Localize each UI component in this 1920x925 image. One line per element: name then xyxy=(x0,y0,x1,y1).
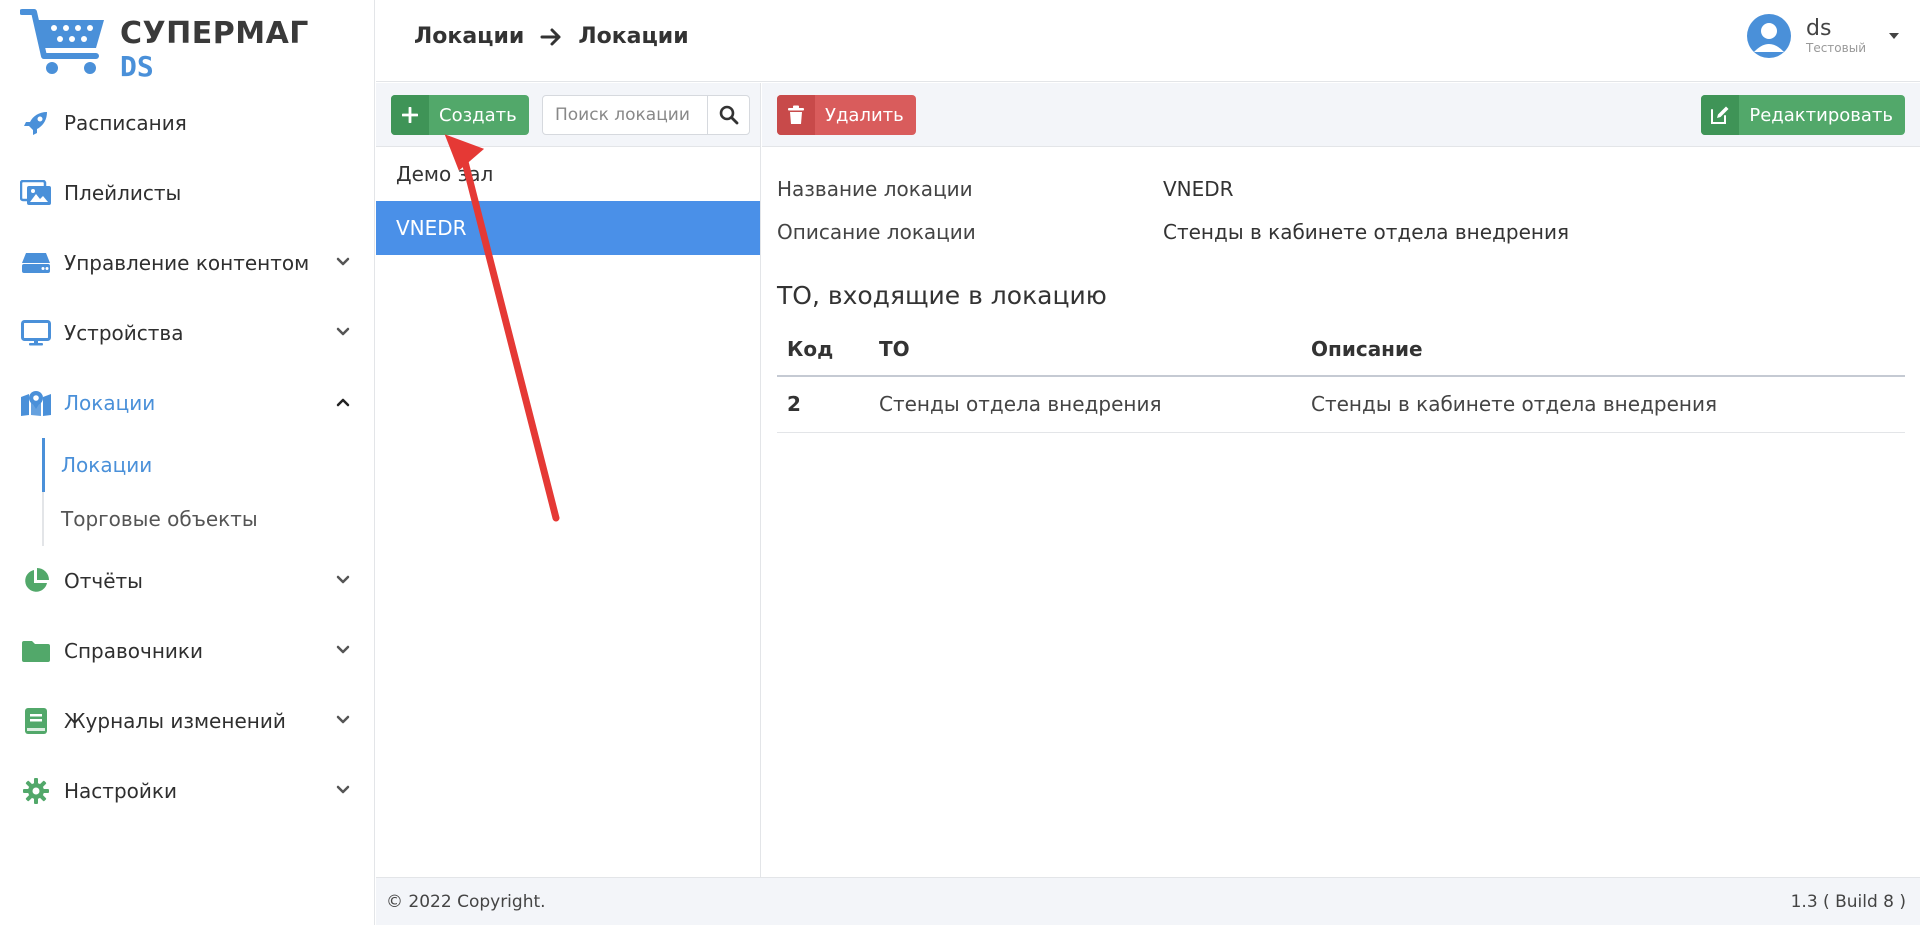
book-icon xyxy=(20,707,52,735)
create-button[interactable]: Создать xyxy=(391,95,529,135)
gear-icon xyxy=(20,777,52,805)
user-icon xyxy=(1754,23,1784,52)
search-input[interactable] xyxy=(543,96,707,134)
locations-submenu: Локации Торговые объекты xyxy=(42,438,375,546)
app-logo[interactable]: СУПЕРМАГ DS xyxy=(20,8,308,83)
submenu-item-trade-objects[interactable]: Торговые объекты xyxy=(44,492,375,546)
section-title: ТО, входящие в локацию xyxy=(777,281,1107,310)
edit-button-label: Редактировать xyxy=(1749,104,1893,126)
trash-icon xyxy=(777,95,815,135)
breadcrumb-item-section[interactable]: Локации xyxy=(414,24,524,49)
table-row[interactable]: 2 Стенды отдела внедрения Стенды в кабин… xyxy=(777,376,1905,433)
sidebar-item-reports[interactable]: Отчёты xyxy=(0,546,375,616)
list-item-selected[interactable]: VNEDR xyxy=(376,201,760,255)
location-details-panel: Удалить Редактировать Название локации V… xyxy=(762,83,1920,877)
trade-objects-table: Код ТО Описание 2 Стенды отдела внедрени… xyxy=(777,322,1905,433)
chevron-down-icon[interactable] xyxy=(335,712,351,728)
rocket-icon xyxy=(20,109,52,137)
sidebar-item-directories[interactable]: Справочники xyxy=(0,616,375,686)
copyright-text: © 2022 Copyright. xyxy=(386,891,546,912)
user-role: Тестовый xyxy=(1806,41,1866,55)
details-toolbar: Удалить Редактировать xyxy=(762,83,1920,147)
sidebar-item-playlists[interactable]: Плейлисты xyxy=(0,158,375,228)
table-cell-description: Стенды в кабинете отдела внедрения xyxy=(1301,376,1905,433)
sidebar-item-label: Управление контентом xyxy=(64,251,310,275)
chevron-down-icon[interactable] xyxy=(335,642,351,658)
property-value: VNEDR xyxy=(1163,176,1234,201)
search-button[interactable] xyxy=(707,96,749,134)
footer: © 2022 Copyright. 1.3 ( Build 8 ) xyxy=(376,877,1920,925)
sidebar-item-label: Отчёты xyxy=(64,569,143,593)
sidebar-item-label: Локации xyxy=(64,391,156,415)
property-name: Название локации VNEDR xyxy=(777,167,1905,210)
list-item[interactable]: Демо зал xyxy=(376,147,760,201)
breadcrumb-item-current: Локации xyxy=(578,24,689,49)
sidebar-item-label: Настройки xyxy=(64,779,177,803)
plus-icon xyxy=(391,95,429,135)
chevron-up-icon[interactable] xyxy=(335,394,351,410)
list-toolbar: Создать xyxy=(376,83,760,147)
submenu-item-locations[interactable]: Локации xyxy=(42,438,375,492)
sidebar-item-settings[interactable]: Настройки xyxy=(0,756,375,826)
chevron-down-icon[interactable] xyxy=(335,572,351,588)
images-icon xyxy=(20,179,52,207)
column-header-description[interactable]: Описание xyxy=(1301,322,1905,377)
logo-brand: СУПЕРМАГ xyxy=(120,16,309,51)
sidebar-item-label: Расписания xyxy=(64,111,187,135)
sidebar-item-locations[interactable]: Локации xyxy=(0,368,375,438)
property-key: Описание локации xyxy=(777,219,976,244)
property-key: Название локации xyxy=(777,176,973,201)
location-search xyxy=(542,95,750,135)
sidebar: СУПЕРМАГ DS Расписания Плейлисты Управле… xyxy=(0,0,375,925)
cart-logo-icon xyxy=(20,9,104,74)
sidebar-item-label: Справочники xyxy=(64,639,203,663)
sidebar-item-label: Плейлисты xyxy=(64,181,182,205)
sidebar-item-schedules[interactable]: Расписания xyxy=(0,88,375,158)
edit-icon xyxy=(1701,95,1740,135)
search-icon xyxy=(719,105,738,125)
sidebar-nav: Расписания Плейлисты Управление контенто… xyxy=(0,88,375,826)
sidebar-item-label: Журналы изменений xyxy=(64,709,286,733)
chevron-down-icon[interactable] xyxy=(335,254,351,270)
sidebar-item-devices[interactable]: Устройства xyxy=(0,298,375,368)
locations-list-panel: Создать Демо зал VNEDR xyxy=(376,83,761,877)
sidebar-item-changelogs[interactable]: Журналы изменений xyxy=(0,686,375,756)
avatar xyxy=(1747,14,1791,58)
server-icon xyxy=(20,249,52,277)
user-menu[interactable]: ds Тестовый xyxy=(1747,14,1900,58)
table-header-row: Код ТО Описание xyxy=(777,322,1905,377)
map-icon xyxy=(20,389,52,417)
user-info: ds Тестовый xyxy=(1806,16,1866,56)
sidebar-item-content[interactable]: Управление контентом xyxy=(0,228,375,298)
folder-icon xyxy=(20,637,52,665)
breadcrumb: Локации Локации xyxy=(414,24,689,49)
column-header-to[interactable]: ТО xyxy=(869,322,1301,377)
logo-sub: DS xyxy=(120,50,154,83)
pie-chart-icon xyxy=(20,567,52,595)
chevron-down-icon[interactable] xyxy=(335,782,351,798)
table-cell-code: 2 xyxy=(777,376,869,433)
property-value: Стенды в кабинете отдела внедрения xyxy=(1163,219,1569,244)
edit-button[interactable]: Редактировать xyxy=(1701,95,1905,135)
user-name: ds xyxy=(1806,16,1832,41)
caret-down-icon[interactable] xyxy=(1888,30,1900,42)
create-button-label: Создать xyxy=(439,104,517,126)
property-description: Описание локации Стенды в кабинете отдел… xyxy=(777,210,1905,253)
chevron-down-icon[interactable] xyxy=(335,324,351,340)
monitor-icon xyxy=(20,319,52,347)
sidebar-item-label: Устройства xyxy=(64,321,184,345)
version-text: 1.3 ( Build 8 ) xyxy=(1790,891,1906,912)
top-header: Локации Локации ds Тестовый xyxy=(376,0,1920,82)
location-properties: Название локации VNEDR Описание локации … xyxy=(762,147,1920,253)
arrow-right-icon xyxy=(540,28,561,45)
column-header-code[interactable]: Код xyxy=(777,322,869,377)
table-cell-to: Стенды отдела внедрения xyxy=(869,376,1301,433)
delete-button-label: Удалить xyxy=(825,104,904,126)
delete-button[interactable]: Удалить xyxy=(777,95,916,135)
